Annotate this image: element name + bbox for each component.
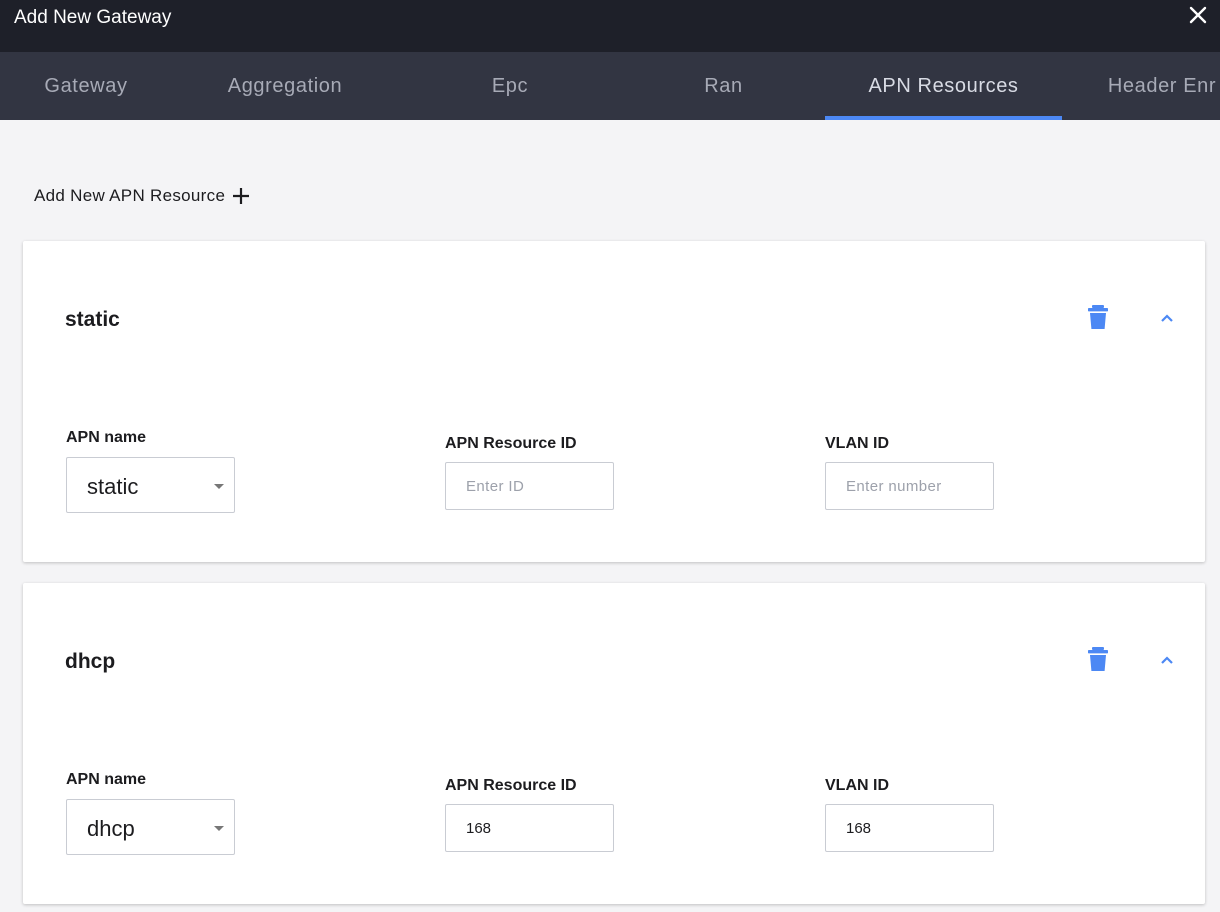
vlan-id-input[interactable] bbox=[825, 804, 994, 852]
active-tab-indicator bbox=[825, 116, 1062, 120]
close-icon[interactable] bbox=[1186, 3, 1210, 27]
chevron-up-icon[interactable] bbox=[1157, 308, 1177, 328]
apn-resource-title: dhcp bbox=[65, 650, 116, 673]
trash-icon[interactable] bbox=[1087, 646, 1109, 672]
apn-resource-id-label: APN Resource ID bbox=[445, 435, 577, 452]
apn-resource-card: static APN name static APN Resource ID V… bbox=[23, 241, 1205, 562]
tab-gateway[interactable]: Gateway bbox=[0, 52, 172, 120]
tab-header-enrichment[interactable]: Header Enr bbox=[1062, 52, 1220, 120]
apn-name-select[interactable]: static bbox=[66, 457, 235, 513]
apn-name-label: APN name bbox=[66, 429, 147, 446]
tab-aggregation[interactable]: Aggregation bbox=[172, 52, 398, 120]
apn-name-value: static bbox=[87, 474, 139, 499]
tab-epc[interactable]: Epc bbox=[398, 52, 622, 120]
vlan-id-label: VLAN ID bbox=[825, 777, 889, 794]
tab-apn-resources[interactable]: APN Resources bbox=[825, 52, 1062, 120]
apn-name-select[interactable]: dhcp bbox=[66, 799, 235, 855]
chevron-up-icon[interactable] bbox=[1157, 650, 1177, 670]
apn-resource-id-input[interactable] bbox=[445, 804, 614, 852]
add-apn-resource-button[interactable]: Add New APN Resource bbox=[34, 184, 251, 208]
plus-icon bbox=[233, 188, 250, 204]
apn-name-value: dhcp bbox=[87, 816, 135, 841]
add-apn-resource-label: Add New APN Resource bbox=[34, 186, 226, 205]
apn-resource-card: dhcp APN name dhcp APN Resource ID VLAN … bbox=[23, 583, 1205, 904]
dialog-title: Add New Gateway bbox=[14, 7, 172, 28]
apn-resource-id-input[interactable] bbox=[445, 462, 614, 510]
vlan-id-label: VLAN ID bbox=[825, 435, 889, 452]
dropdown-caret-icon bbox=[214, 826, 224, 831]
apn-resource-id-label: APN Resource ID bbox=[445, 777, 577, 794]
dialog-titlebar: Add New Gateway bbox=[0, 0, 1220, 52]
tab-ran[interactable]: Ran bbox=[622, 52, 825, 120]
trash-icon[interactable] bbox=[1087, 304, 1109, 330]
apn-resource-title: static bbox=[65, 308, 120, 331]
apn-name-label: APN name bbox=[66, 771, 147, 788]
tab-bar: Gateway Aggregation Epc Ran APN Resource… bbox=[0, 52, 1220, 120]
vlan-id-input[interactable] bbox=[825, 462, 994, 510]
dropdown-caret-icon bbox=[214, 484, 224, 489]
